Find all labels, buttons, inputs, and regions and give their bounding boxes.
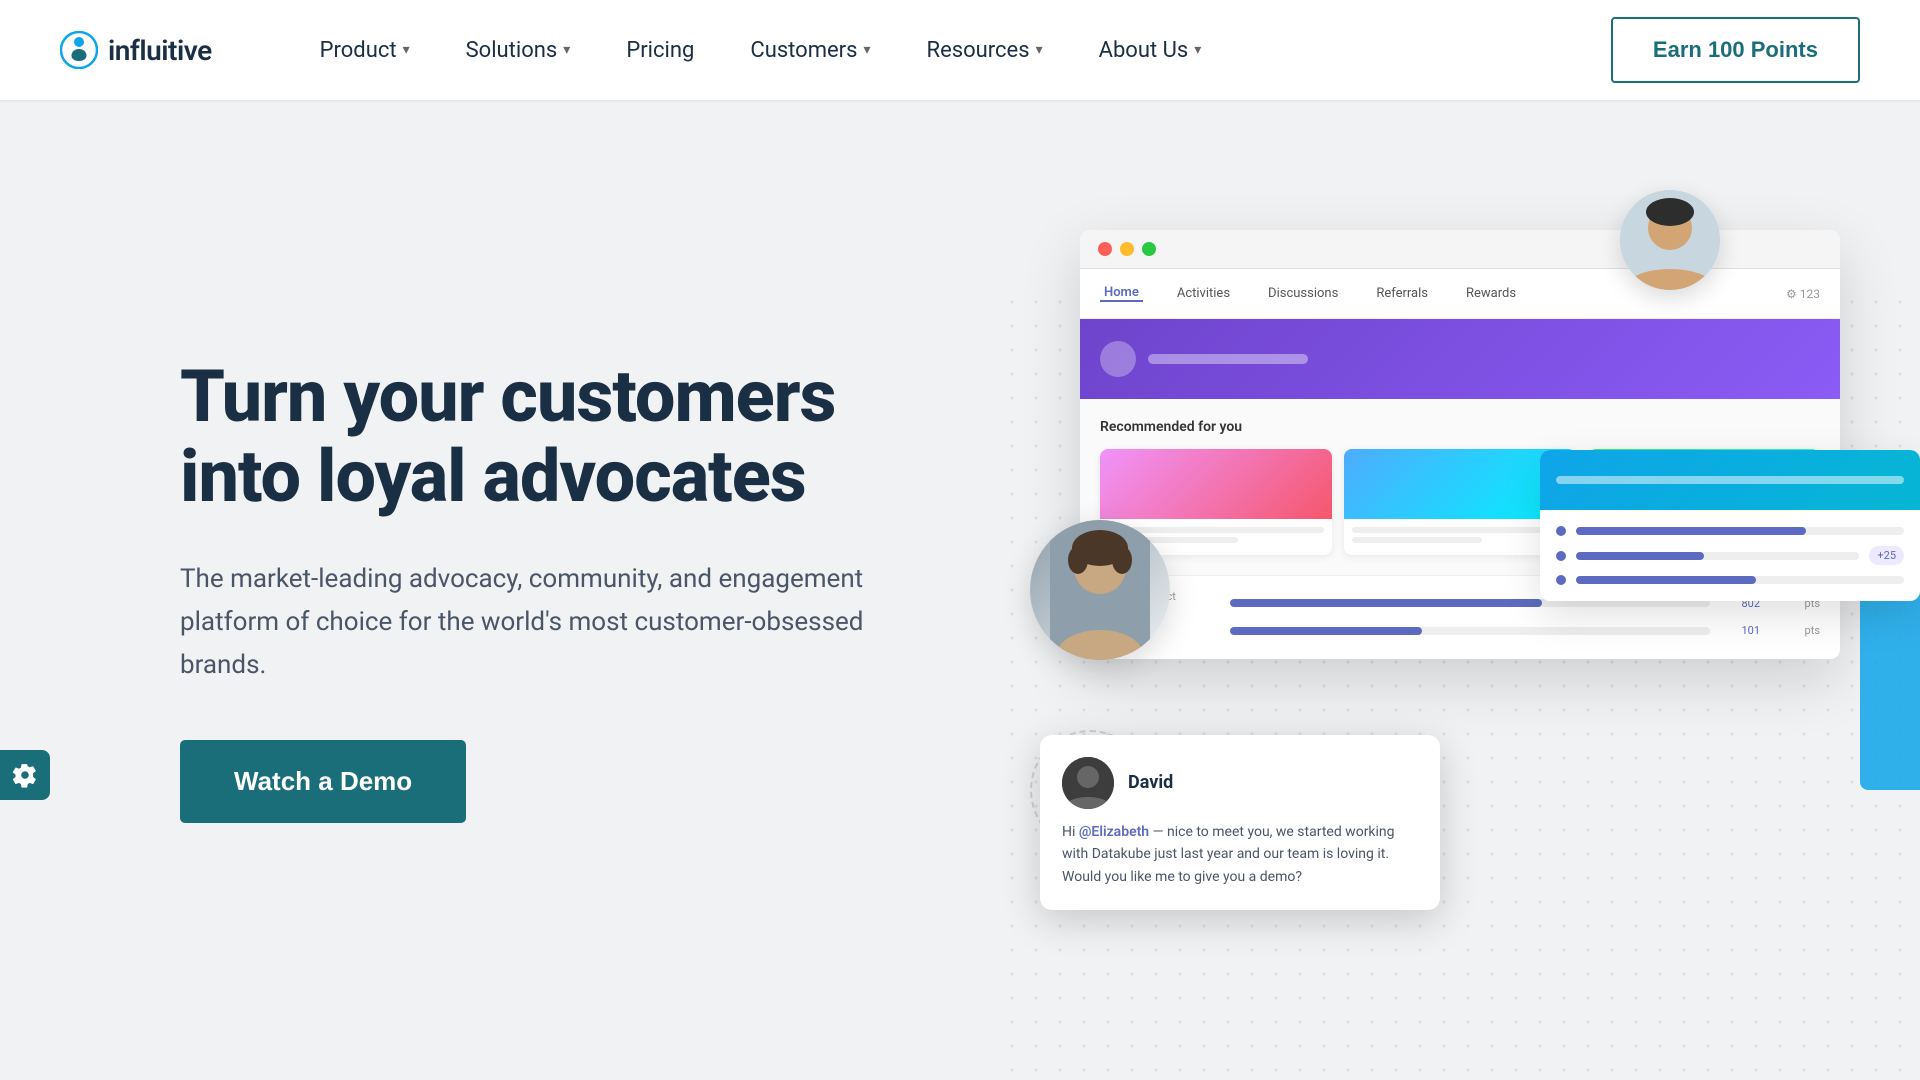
rec-card-image-1 (1100, 449, 1332, 519)
prog-points-2: 101 (1720, 624, 1760, 637)
person-avatar (1030, 520, 1170, 660)
prog-row-2: 101 pts (1100, 624, 1820, 637)
resources-chevron-icon: ▾ (1036, 42, 1043, 58)
nav-item-customers[interactable]: Customers ▾ (722, 0, 898, 100)
overlay-rows: +25 (1556, 526, 1904, 585)
chat-avatar-image (1062, 757, 1114, 809)
window-close-dot (1098, 242, 1112, 256)
chat-header: David (1062, 757, 1418, 809)
overlay-row-3 (1556, 575, 1904, 585)
chat-bubble: David Hi @Elizabeth — nice to meet you, … (1040, 735, 1440, 910)
window-banner (1080, 319, 1840, 399)
overlay-dot-2 (1556, 551, 1566, 561)
recommended-label: Recommended for you (1100, 419, 1820, 435)
teal-edge-decoration (1860, 590, 1920, 790)
overlay-bar-bg-2 (1576, 552, 1859, 560)
window-nav-home[interactable]: Home (1100, 285, 1143, 302)
nav-item-solutions[interactable]: Solutions ▾ (438, 0, 599, 100)
prog-bar-fill-2 (1230, 627, 1422, 635)
window-titlebar (1080, 230, 1840, 269)
prog-pts-2: pts (1770, 624, 1820, 637)
chat-mention: @Elizabeth (1079, 824, 1149, 840)
overlay-bar-fill-3 (1576, 576, 1756, 584)
window-nav-discussions[interactable]: Discussions (1264, 286, 1342, 301)
window-minimize-dot (1120, 242, 1134, 256)
overlay-dot-1 (1556, 526, 1566, 536)
window-nav-user: ⚙ 123 (1786, 287, 1820, 301)
nav-links: Product ▾ Solutions ▾ Pricing Customers … (292, 0, 1611, 100)
person-avatar-image (1050, 520, 1150, 660)
about-us-chevron-icon: ▾ (1194, 42, 1201, 58)
window-maximize-dot (1142, 242, 1156, 256)
overlay-card-bar (1556, 476, 1904, 484)
brand-name: influitive (108, 34, 212, 67)
nav-item-pricing[interactable]: Pricing (598, 0, 722, 100)
hero-visual: Home Activities Discussions Referrals Re… (1000, 190, 1920, 990)
hero-content: Turn your customers into loyal advocates… (180, 357, 940, 824)
nav-item-product[interactable]: Product ▾ (292, 0, 438, 100)
logo[interactable]: influitive (60, 31, 212, 69)
chat-avatar (1062, 757, 1114, 809)
overlay-card: +25 (1540, 450, 1920, 601)
overlay-bar-bg-3 (1576, 576, 1904, 584)
nav-item-resources[interactable]: Resources ▾ (899, 0, 1071, 100)
overlay-tag: +25 (1869, 546, 1904, 565)
window-nav-referrals[interactable]: Referrals (1372, 286, 1432, 301)
hero-subtitle: The market-leading advocacy, community, … (180, 558, 940, 687)
gear-widget[interactable] (0, 750, 50, 800)
prog-bar-bg-2 (1230, 627, 1710, 635)
overlay-dot-3 (1556, 575, 1566, 585)
window-nav-activities[interactable]: Activities (1173, 286, 1234, 301)
banner-bar (1148, 354, 1308, 364)
chat-message: Hi @Elizabeth — nice to meet you, we sta… (1062, 821, 1418, 888)
chat-sender-name: David (1128, 772, 1173, 793)
rec-card-bar-short-2 (1352, 537, 1482, 543)
banner-circle (1100, 341, 1136, 377)
window-nav: Home Activities Discussions Referrals Re… (1080, 269, 1840, 319)
overlay-row-2: +25 (1556, 546, 1904, 565)
gear-icon (12, 762, 38, 788)
overlay-bar-fill-2 (1576, 552, 1704, 560)
product-chevron-icon: ▾ (403, 42, 410, 58)
overlay-card-body: +25 (1540, 510, 1920, 601)
overlay-bar-bg-1 (1576, 527, 1904, 535)
hero-title: Turn your customers into loyal advocates (180, 357, 940, 518)
earn-points-button[interactable]: Earn 100 Points (1611, 17, 1860, 83)
hero-section: Turn your customers into loyal advocates… (0, 100, 1920, 1080)
rec-card-bar-2 (1352, 527, 1568, 533)
float-avatar-man (1620, 190, 1720, 290)
watch-demo-button[interactable]: Watch a Demo (180, 740, 466, 823)
overlay-card-header (1540, 450, 1920, 510)
solutions-chevron-icon: ▾ (563, 42, 570, 58)
overlay-row-1 (1556, 526, 1904, 536)
navbar: influitive Product ▾ Solutions ▾ Pricing… (0, 0, 1920, 100)
float-avatar-image (1620, 190, 1720, 290)
window-nav-rewards[interactable]: Rewards (1462, 286, 1520, 301)
overlay-bar-fill-1 (1576, 527, 1806, 535)
prog-bar-fill-1 (1230, 599, 1542, 607)
logo-icon (60, 31, 98, 69)
customers-chevron-icon: ▾ (863, 42, 870, 58)
nav-item-about-us[interactable]: About Us ▾ (1071, 0, 1230, 100)
